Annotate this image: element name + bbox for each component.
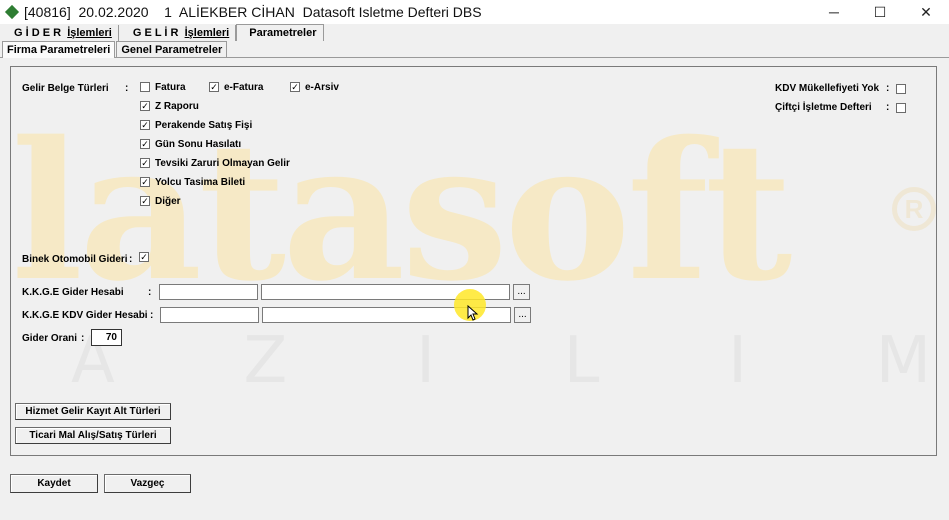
kkeg-kdv-browse-button[interactable]: ... xyxy=(514,307,531,323)
yolcu-label: Yolcu Tasima Bileti xyxy=(155,177,246,188)
binek-label: Binek Otomobil Gideri xyxy=(22,254,128,265)
tab-genel-label: Genel Parametreler xyxy=(121,43,223,56)
window-title: [40816] 20.02.2020 1 ALİEKBER CİHAN Data… xyxy=(24,4,482,20)
tab-firma-label: Firma Parametreleri xyxy=(7,44,111,56)
kdv-mukellefiyeti-checkbox[interactable] xyxy=(896,84,906,94)
kkeg-gider-colon: : xyxy=(148,287,152,298)
diger-label: Diğer xyxy=(155,196,181,207)
tab-parametreler[interactable]: Parametreler xyxy=(236,24,324,41)
watermark-letter: L xyxy=(563,324,600,398)
tab-gider-label: G İ D E R xyxy=(14,27,62,39)
vazgec-button[interactable]: Vazgeç xyxy=(104,474,191,493)
tab-gider-islemleri[interactable]: G İ D E R İşlemleri xyxy=(8,25,119,41)
kdv-mukellefiyeti-label: KDV Mükellefiyeti Yok xyxy=(775,83,880,94)
kdv-mukellefiyeti-colon: : xyxy=(886,83,890,94)
tab-genel-parametreler[interactable]: Genel Parametreler xyxy=(116,41,228,57)
kkeg-kdv-label: K.K.G.E KDV Gider Hesabi xyxy=(22,310,148,321)
watermark-letter: M xyxy=(875,324,931,398)
tab-gelir-label: G E L İ R xyxy=(132,27,179,39)
e-fatura-label: e-Fatura xyxy=(224,82,264,93)
e-fatura-checkbox[interactable]: ✓ xyxy=(209,82,219,92)
maximize-icon[interactable]: ☐ xyxy=(857,0,903,24)
ciftci-checkbox[interactable] xyxy=(896,103,906,113)
fatura-label: Fatura xyxy=(155,82,186,93)
hizmet-gelir-kayit-button[interactable]: Hizmet Gelir Kayıt Alt Türleri xyxy=(15,403,171,420)
perakende-label: Perakende Satış Fişi xyxy=(155,120,253,131)
gun-sonu-label: Gün Sonu Hasılatı xyxy=(155,139,242,150)
z-raporu-checkbox[interactable]: ✓ xyxy=(140,101,150,111)
watermark-letter: I xyxy=(416,324,435,398)
tab-firma-parametreleri[interactable]: Firma Parametreleri xyxy=(2,41,116,58)
z-raporu-label: Z Raporu xyxy=(155,101,199,112)
watermark-brand: latasoft xyxy=(11,100,792,323)
gelir-belge-colon: : xyxy=(125,83,129,94)
ticari-mal-button[interactable]: Ticari Mal Alış/Satış Türleri xyxy=(15,427,171,444)
kaydet-button[interactable]: Kaydet xyxy=(10,474,98,493)
watermark-registered-icon: R xyxy=(892,187,936,231)
window-controls: ─ ☐ ✕ xyxy=(811,0,949,24)
main-menu-tabs: G İ D E R İşlemleri G E L İ R İşlemleri … xyxy=(0,24,949,41)
gider-orani-colon: : xyxy=(81,333,85,344)
app-icon xyxy=(6,6,18,18)
ciftci-colon: : xyxy=(886,102,890,113)
yolcu-checkbox[interactable]: ✓ xyxy=(140,177,150,187)
e-arsiv-label: e-Arsiv xyxy=(305,82,339,93)
gun-sonu-checkbox[interactable]: ✓ xyxy=(140,139,150,149)
diger-checkbox[interactable]: ✓ xyxy=(140,196,150,206)
binek-colon: : xyxy=(129,254,133,265)
gider-orani-label: Gider Orani xyxy=(22,333,78,344)
e-arsiv-checkbox[interactable]: ✓ xyxy=(290,82,300,92)
tevsiki-label: Tevsiki Zaruri Olmayan Gelir xyxy=(155,158,290,169)
watermark-letter: Z xyxy=(243,324,288,398)
tevsiki-checkbox[interactable]: ✓ xyxy=(140,158,150,168)
watermark-letters: A Z I L I M xyxy=(71,329,931,393)
mouse-cursor-icon xyxy=(467,305,479,321)
tab-gelir-islemleri[interactable]: G E L İ R İşlemleri xyxy=(119,25,237,41)
tab-gider-islemleri-label: İşlemleri xyxy=(67,27,112,39)
fatura-checkbox[interactable] xyxy=(140,82,150,92)
tab-parametreler-label: Parametreler xyxy=(249,27,317,39)
kkeg-kdv-code-input[interactable] xyxy=(160,307,259,323)
close-icon[interactable]: ✕ xyxy=(903,0,949,24)
sub-tabs: Firma Parametreleri Genel Parametreler xyxy=(0,41,949,58)
kkeg-gider-code-input[interactable] xyxy=(159,284,258,300)
kkeg-gider-label: K.K.G.E Gider Hesabi xyxy=(22,287,124,298)
perakende-checkbox[interactable]: ✓ xyxy=(140,120,150,130)
title-bar: [40816] 20.02.2020 1 ALİEKBER CİHAN Data… xyxy=(0,0,949,24)
binek-checkbox[interactable]: ✓ xyxy=(139,252,149,262)
kkeg-gider-browse-button[interactable]: ... xyxy=(513,284,530,300)
tab-gelir-islemleri-label: İşlemleri xyxy=(184,27,230,39)
gelir-belge-label: Gelir Belge Türleri xyxy=(22,83,109,94)
parameters-panel: latasoft R A Z I L I M Gelir Belge Türle… xyxy=(10,66,937,456)
ciftci-label: Çiftçi İşletme Defteri xyxy=(775,102,872,113)
gider-orani-input[interactable]: 70 xyxy=(91,329,122,346)
kkeg-kdv-colon: : xyxy=(150,310,154,321)
watermark-letter: I xyxy=(728,324,748,398)
minimize-icon[interactable]: ─ xyxy=(811,0,857,24)
